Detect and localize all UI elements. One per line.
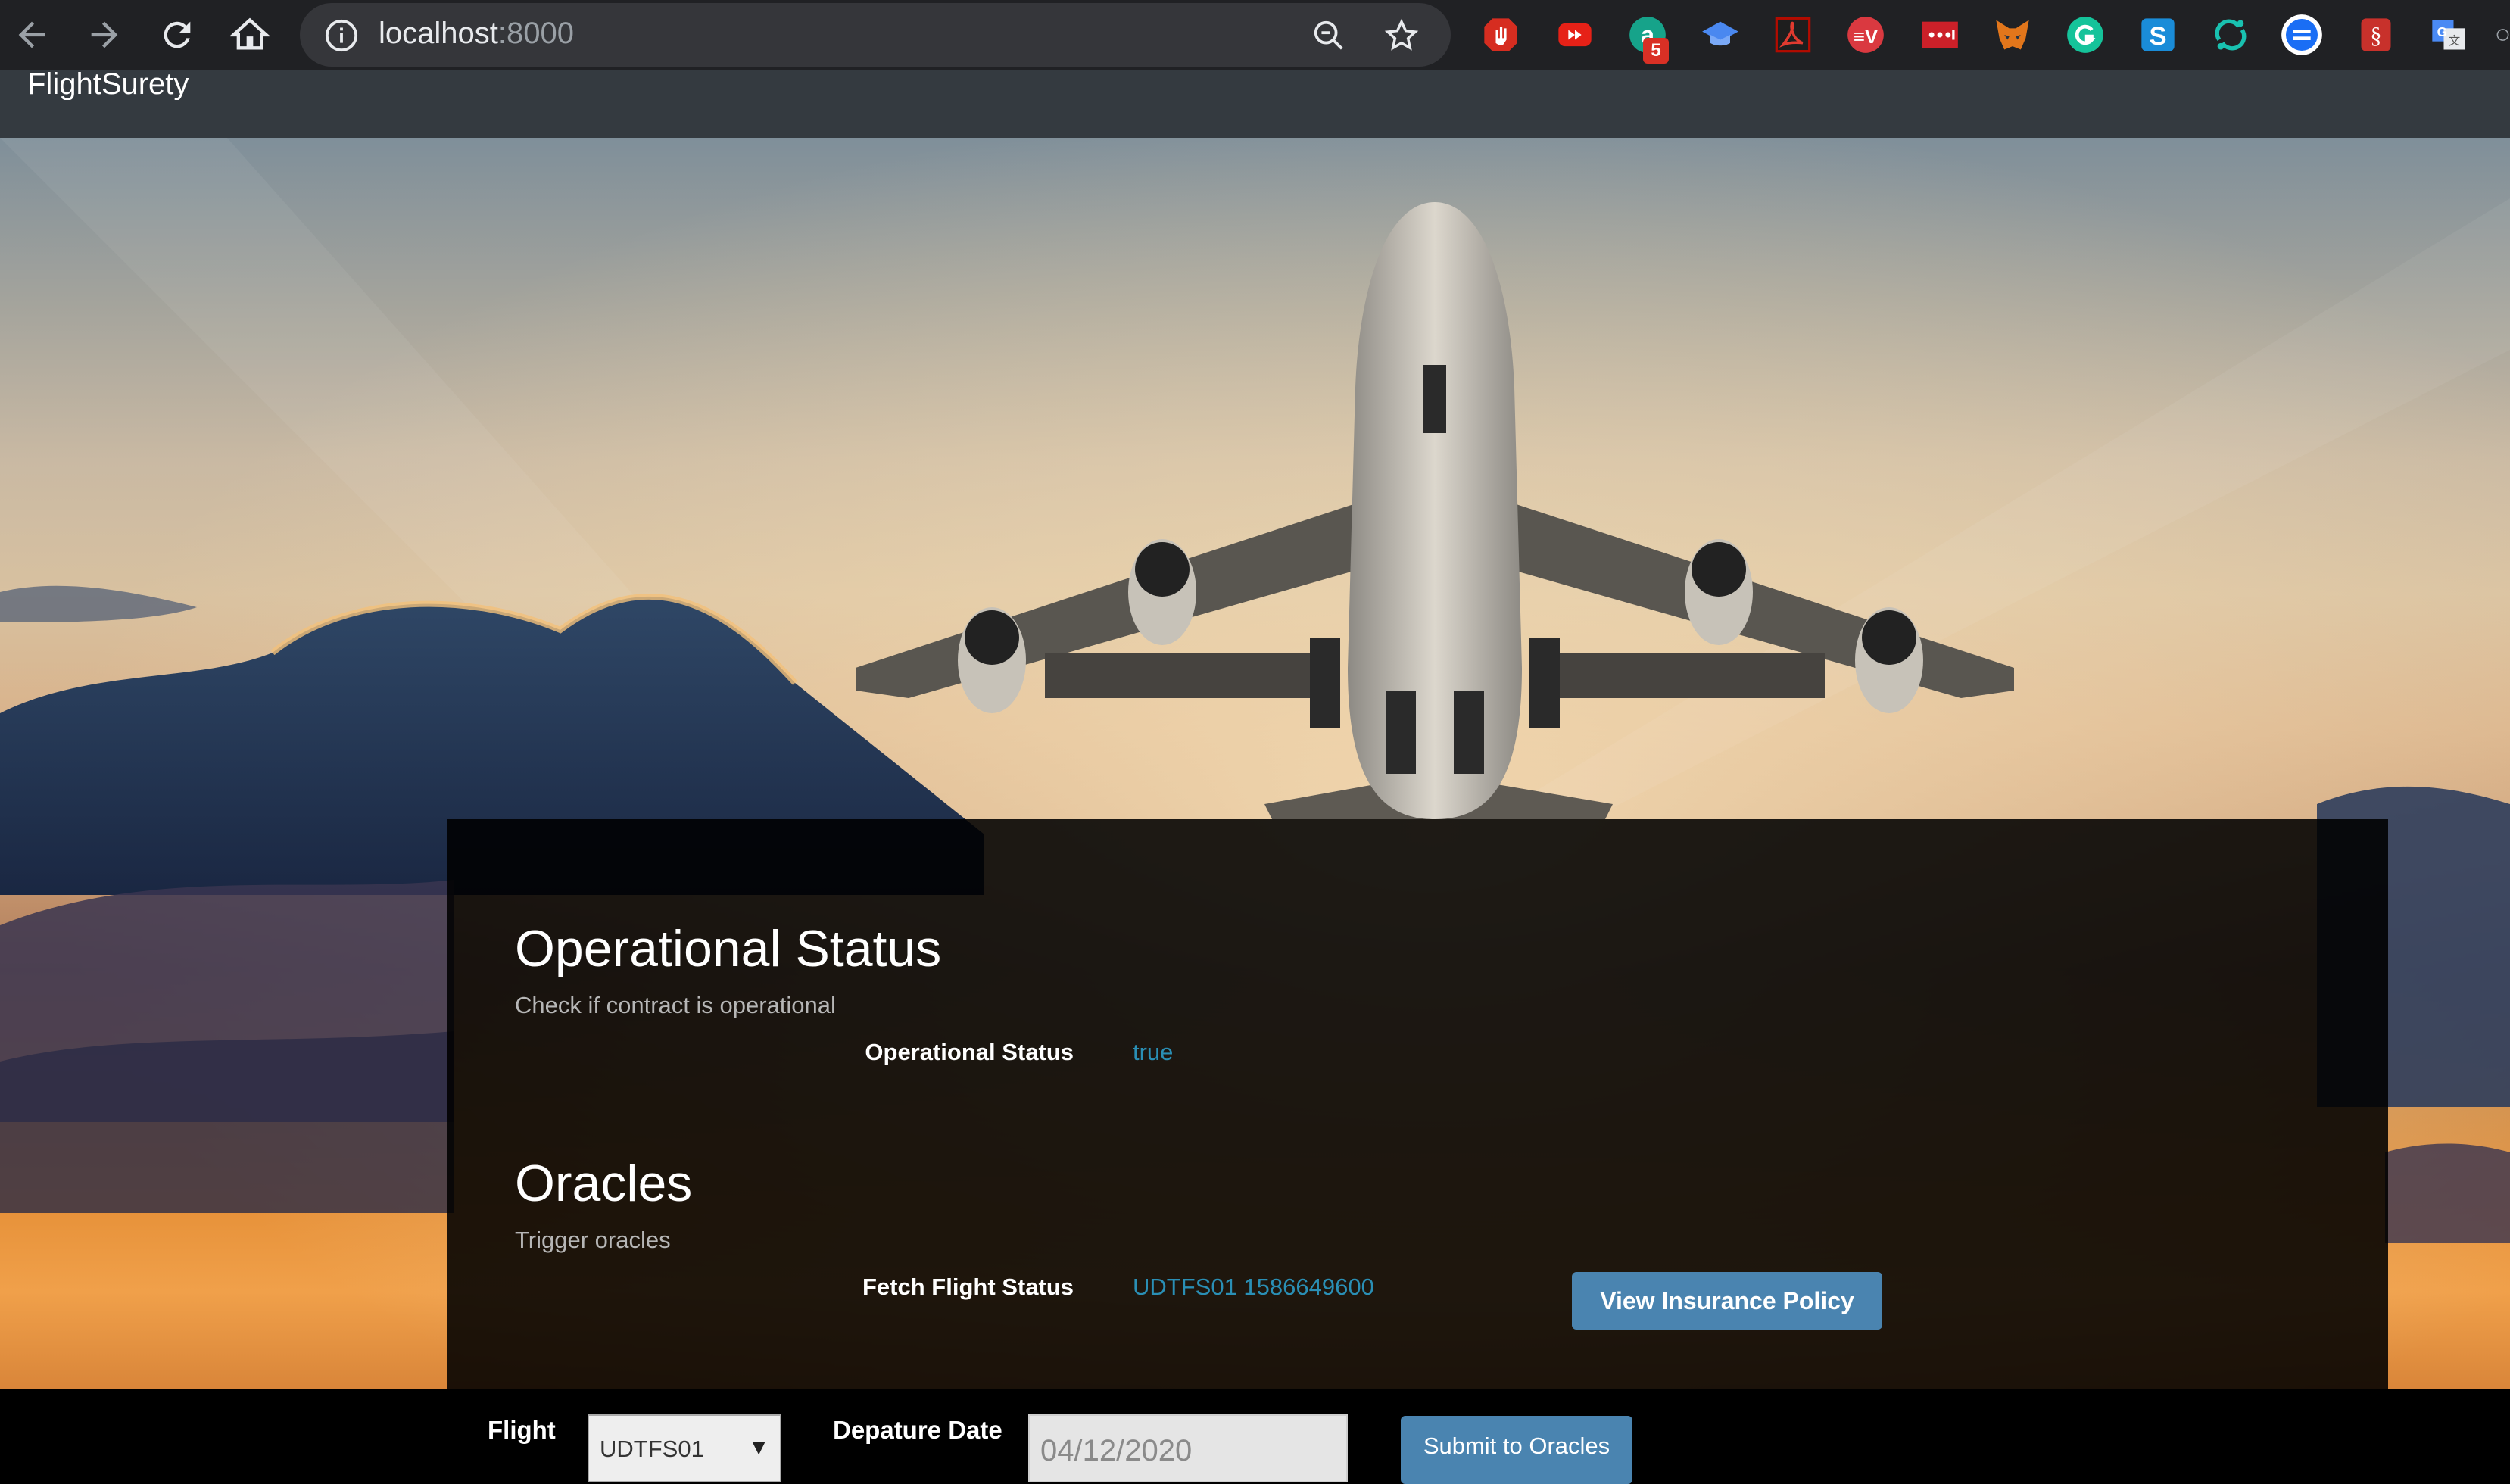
flight-form-bar: Flight UDTFS01 ▼ Depature Date 04/12/202…	[0, 1389, 2510, 1484]
content-panel: Operational Status Check if contract is …	[447, 819, 2388, 1479]
info-icon[interactable]	[324, 18, 359, 53]
vpn-extension-icon[interactable]: ≡V	[1844, 14, 1887, 56]
home-icon	[230, 17, 270, 50]
reload-button[interactable]	[153, 11, 201, 59]
s-extension-icon[interactable]: S	[2137, 14, 2179, 56]
operational-status-label: Operational Status	[865, 1039, 1074, 1065]
fetch-flight-status-value: UDTFS01 1586649600	[1133, 1274, 1374, 1300]
red-s-extension-icon[interactable]: §	[2355, 14, 2397, 56]
fetch-flight-status-label: Fetch Flight Status	[862, 1274, 1074, 1300]
back-arrow-icon	[18, 21, 45, 48]
url-host: localhost	[379, 17, 498, 50]
svg-text:G: G	[2437, 24, 2447, 39]
zoom-out-icon[interactable]	[1311, 18, 1346, 53]
flight-select-value: UDTFS01	[600, 1436, 704, 1462]
svg-text:文: 文	[2449, 35, 2460, 48]
forward-button[interactable]	[80, 11, 129, 59]
translate-extension-icon[interactable]: G文	[2427, 14, 2470, 56]
app-navbar: FlightSurety	[0, 70, 2510, 138]
operational-status-heading: Operational Status	[515, 920, 942, 977]
submit-to-oracles-button[interactable]: Submit to Oracles	[1401, 1416, 1632, 1484]
back-button[interactable]	[8, 11, 56, 59]
view-insurance-policy-button[interactable]: View Insurance Policy	[1572, 1272, 1882, 1330]
departure-date-input[interactable]: 04/12/2020	[1028, 1414, 1348, 1482]
home-button[interactable]	[226, 11, 274, 59]
flight-label: Flight	[488, 1416, 556, 1444]
password-manager-extension-icon[interactable]	[1919, 14, 1961, 56]
bookmark-star-icon[interactable]	[1384, 18, 1419, 53]
extension-badge: 5	[1643, 38, 1669, 64]
reload-icon	[164, 21, 191, 48]
operational-status-value: true	[1133, 1039, 1174, 1065]
chevron-down-icon: ▼	[748, 1436, 769, 1459]
brand-link[interactable]: FlightSurety	[27, 70, 189, 100]
url-text[interactable]: localhost:8000	[379, 17, 574, 51]
flight-select[interactable]: UDTFS01 ▼	[588, 1414, 781, 1482]
url-port: :8000	[497, 17, 574, 50]
operational-status-subtitle: Check if contract is operational	[515, 992, 836, 1018]
departure-date-value: 04/12/2020	[1040, 1434, 1193, 1467]
graduation-cap-extension-icon[interactable]	[1699, 14, 1741, 56]
pdf-extension-icon[interactable]	[1772, 14, 1814, 56]
browser-toolbar: localhost:8000 a 5 ≡V S § G 文	[0, 0, 2510, 70]
address-bar[interactable]: localhost:8000	[300, 3, 1451, 67]
oracles-subtitle: Trigger oracles	[515, 1227, 671, 1253]
forward-arrow-icon	[91, 21, 118, 48]
metamask-fox-extension-icon[interactable]	[1991, 14, 2034, 56]
adblock-extension-icon[interactable]	[1479, 14, 1522, 56]
grammarly-extension-icon[interactable]	[2064, 14, 2106, 56]
svg-text:≡V: ≡V	[1854, 25, 1879, 48]
overflow-extension-icon[interactable]	[2496, 14, 2510, 56]
svg-text:§: §	[2370, 23, 2381, 48]
oracles-heading: Oracles	[515, 1155, 693, 1212]
sync-extension-icon[interactable]	[2209, 14, 2252, 56]
blue-circle-extension-icon[interactable]	[2281, 14, 2323, 56]
departure-date-label: Depature Date	[833, 1416, 1002, 1444]
youtube-extension-icon[interactable]	[1554, 14, 1596, 56]
svg-text:S: S	[2149, 22, 2166, 51]
